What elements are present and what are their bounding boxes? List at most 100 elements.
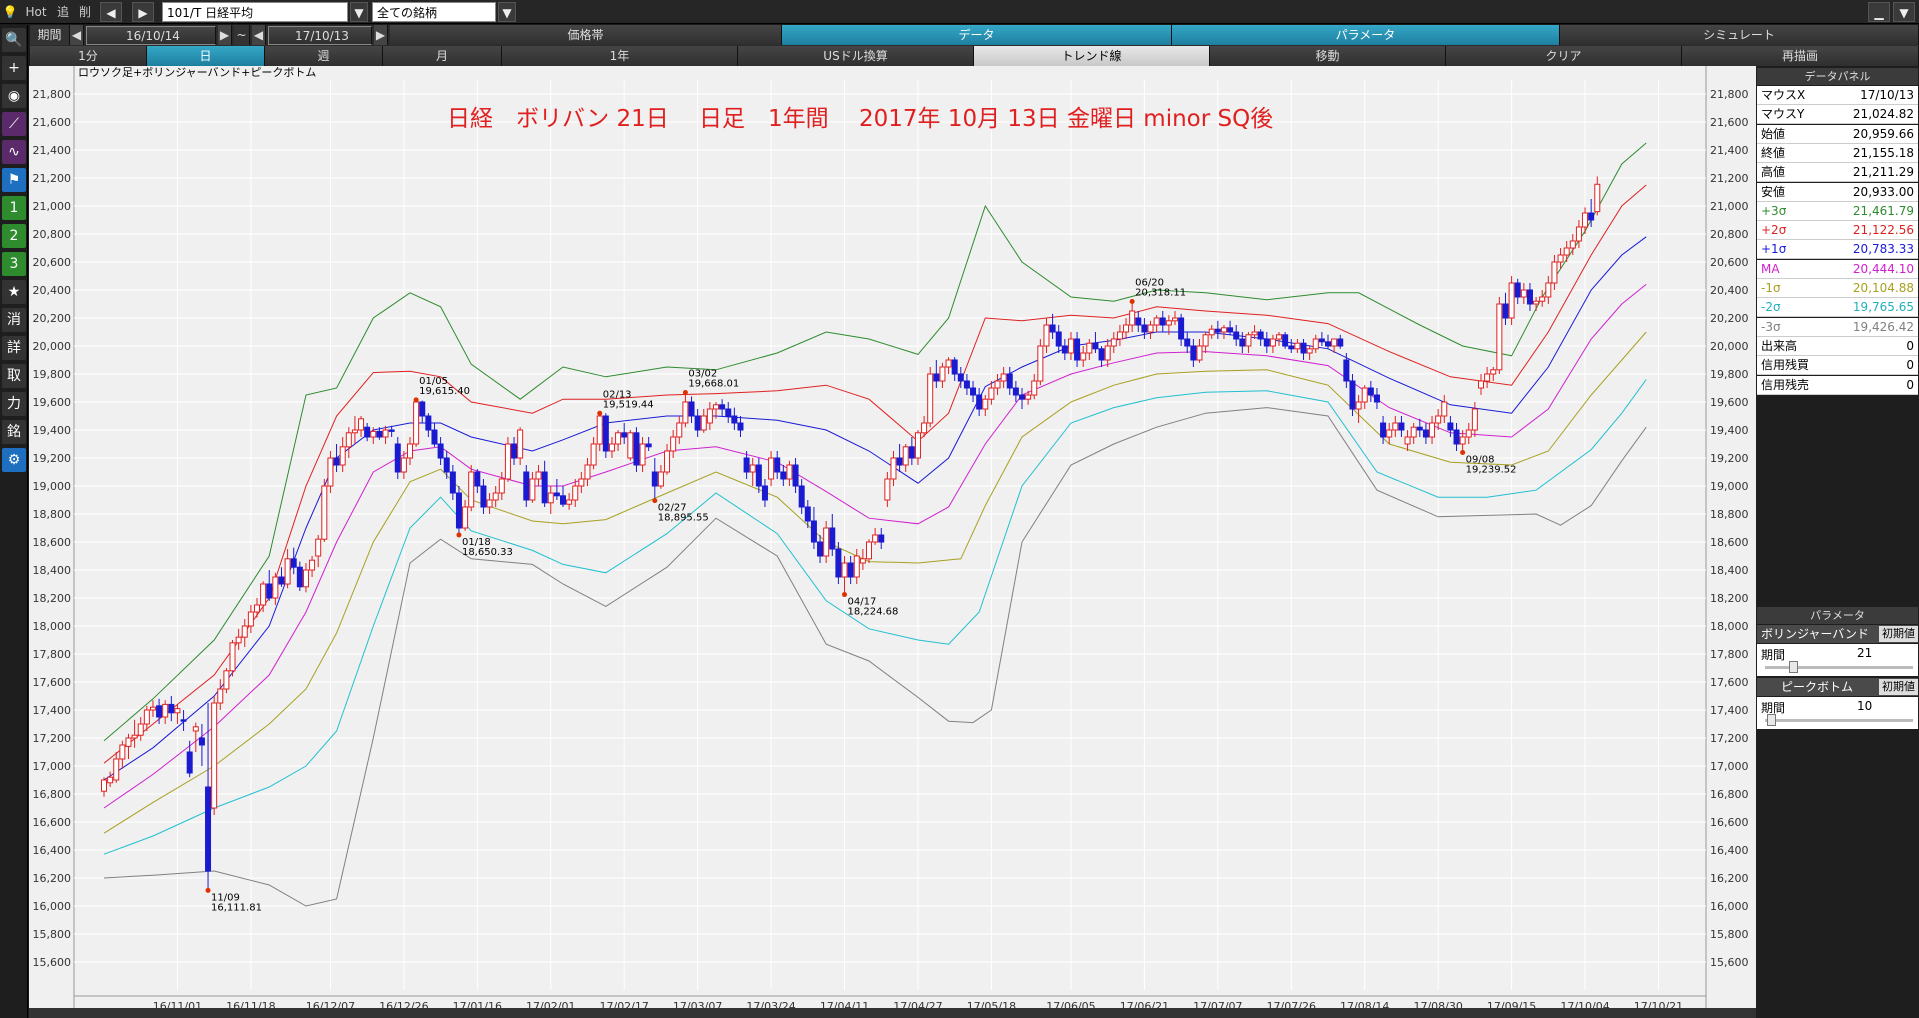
prev-symbol-button[interactable]: ◀: [100, 2, 122, 22]
y-tick-label-left: 16,200: [33, 872, 72, 885]
y-tick-label-left: 16,800: [33, 788, 72, 801]
tab-usd-convert[interactable]: USドル換算: [738, 46, 974, 66]
candle-body: [523, 471, 530, 501]
delete-button[interactable]: 削: [76, 2, 94, 22]
y-tick-label-left: 18,400: [33, 564, 72, 577]
candle-body: [1447, 422, 1454, 431]
tab-trendline[interactable]: トレンド線: [974, 46, 1210, 66]
candle-body: [492, 492, 499, 501]
candle-body: [872, 534, 879, 543]
peakbottom-slider-handle[interactable]: [1767, 714, 1776, 726]
candle-body: [731, 415, 738, 424]
peakbottom-reset-button[interactable]: 初期値: [1879, 679, 1918, 695]
crosshair-icon[interactable]: +: [2, 56, 26, 80]
tab-monthly[interactable]: 月: [383, 46, 502, 66]
tab-clear[interactable]: クリア: [1446, 46, 1682, 66]
candle-body: [1594, 183, 1601, 213]
time-scrollbar[interactable]: [29, 1008, 1756, 1018]
date-to-input[interactable]: 17/10/13: [268, 26, 372, 45]
data-row-label: -3σ: [1761, 319, 1781, 334]
line-chart-icon[interactable]: ⟋: [2, 112, 26, 136]
power-icon[interactable]: 力: [2, 392, 26, 416]
candle-body: [131, 734, 138, 739]
one-icon[interactable]: 1: [2, 196, 26, 220]
bollinger-reset-button[interactable]: 初期値: [1879, 626, 1918, 642]
candle-body: [1190, 345, 1197, 361]
erase-icon[interactable]: 消: [2, 308, 26, 332]
peakbottom-period-value[interactable]: 10: [1857, 699, 1872, 713]
candle-body: [419, 401, 426, 417]
candle-body: [1074, 338, 1081, 361]
y-tick-label-left: 20,400: [33, 284, 72, 297]
next-symbol-button[interactable]: ▶: [132, 2, 154, 22]
tab-1min[interactable]: 1分: [30, 46, 147, 66]
candle-body: [1080, 352, 1087, 361]
close-button[interactable]: ▼: [1893, 2, 1915, 22]
tab-parameter[interactable]: パラメータ: [1172, 25, 1560, 45]
candle-body: [1416, 426, 1423, 431]
bollinger-slider-track[interactable]: [1765, 666, 1913, 669]
tab-1year[interactable]: 1年: [502, 46, 738, 66]
search-icon[interactable]: 🔍: [2, 28, 26, 52]
candle-body: [1129, 310, 1136, 326]
tab-weekly[interactable]: 週: [265, 46, 383, 66]
y-tick-label-right: 21,600: [1710, 116, 1749, 129]
data-row-label: 信用残買: [1761, 358, 1810, 373]
data-row: 信用残買 0: [1757, 356, 1918, 376]
candlestick-chart[interactable]: 21,800 21,800 21,600 21,600 21,400 21,400 21,2…: [29, 66, 1756, 1013]
peakbottom-slider-track[interactable]: [1765, 719, 1913, 722]
candle-body: [1159, 317, 1166, 326]
tab-data[interactable]: データ: [782, 25, 1172, 45]
x-tick-label: 17/01/16: [453, 1000, 502, 1008]
tab-price-range[interactable]: 価格帯: [390, 25, 782, 45]
date-from-prev-icon[interactable]: ◀: [70, 25, 84, 45]
date-to-prev-icon[interactable]: ◀: [252, 25, 266, 45]
tab-simulate[interactable]: シミュレート: [1560, 25, 1919, 45]
candle-body: [1098, 348, 1105, 361]
camera-icon[interactable]: ◉: [2, 84, 26, 108]
date-to-next-icon[interactable]: ▶: [374, 25, 388, 45]
candle-body: [700, 415, 707, 431]
add-button[interactable]: 追: [54, 2, 72, 22]
indicator-icon[interactable]: ∿: [2, 140, 26, 164]
candle-body: [107, 776, 114, 784]
tab-redraw[interactable]: 再描画: [1682, 46, 1919, 66]
candle-body: [498, 478, 505, 494]
chart-area[interactable]: 21,800 21,800 21,600 21,600 21,400 21,400 21,2…: [29, 66, 1756, 1018]
candle-body: [719, 404, 726, 410]
bollinger-period-value[interactable]: 21: [1857, 646, 1872, 660]
settings-icon[interactable]: ⚙: [2, 448, 26, 472]
peakbottom-param-label: ピークボトム 初期値: [1757, 678, 1918, 696]
bollinger-label: ボリンジャーバンド: [1761, 627, 1869, 641]
minimize-button[interactable]: ▁: [1868, 2, 1890, 22]
candle-body: [945, 359, 952, 368]
bollinger-slider-handle[interactable]: [1789, 661, 1798, 673]
hot-button[interactable]: Hot: [22, 2, 50, 22]
candle-body: [1257, 331, 1264, 340]
date-from-input[interactable]: 16/10/14: [86, 26, 216, 45]
lightbulb-icon[interactable]: 💡: [2, 2, 18, 22]
three-icon[interactable]: 3: [2, 252, 26, 276]
candle-body: [1337, 338, 1344, 347]
two-icon[interactable]: 2: [2, 224, 26, 248]
trade-icon[interactable]: 取: [2, 364, 26, 388]
filter-dropdown-icon[interactable]: ▼: [498, 2, 516, 22]
candle-body: [1165, 320, 1172, 326]
candle-body: [970, 387, 977, 396]
candle-body: [1471, 408, 1478, 431]
date-from-next-icon[interactable]: ▶: [218, 25, 232, 45]
tab-daily[interactable]: 日: [147, 46, 265, 66]
candle-body: [1184, 338, 1191, 347]
candle-body: [859, 558, 866, 564]
stock-icon[interactable]: 銘: [2, 420, 26, 444]
y-tick-label-right: 18,400: [1710, 564, 1749, 577]
filter-select[interactable]: 全ての銘柄: [372, 2, 496, 22]
y-tick-label-right: 16,200: [1710, 872, 1749, 885]
star-icon[interactable]: ★: [2, 280, 26, 304]
flag-icon[interactable]: ⚑: [2, 168, 26, 192]
tab-move[interactable]: 移動: [1210, 46, 1446, 66]
symbol-input[interactable]: 101/T 日経平均: [162, 2, 348, 22]
symbol-dropdown-icon[interactable]: ▼: [350, 2, 368, 22]
candle-body: [1441, 401, 1448, 417]
detail-icon[interactable]: 詳: [2, 336, 26, 360]
